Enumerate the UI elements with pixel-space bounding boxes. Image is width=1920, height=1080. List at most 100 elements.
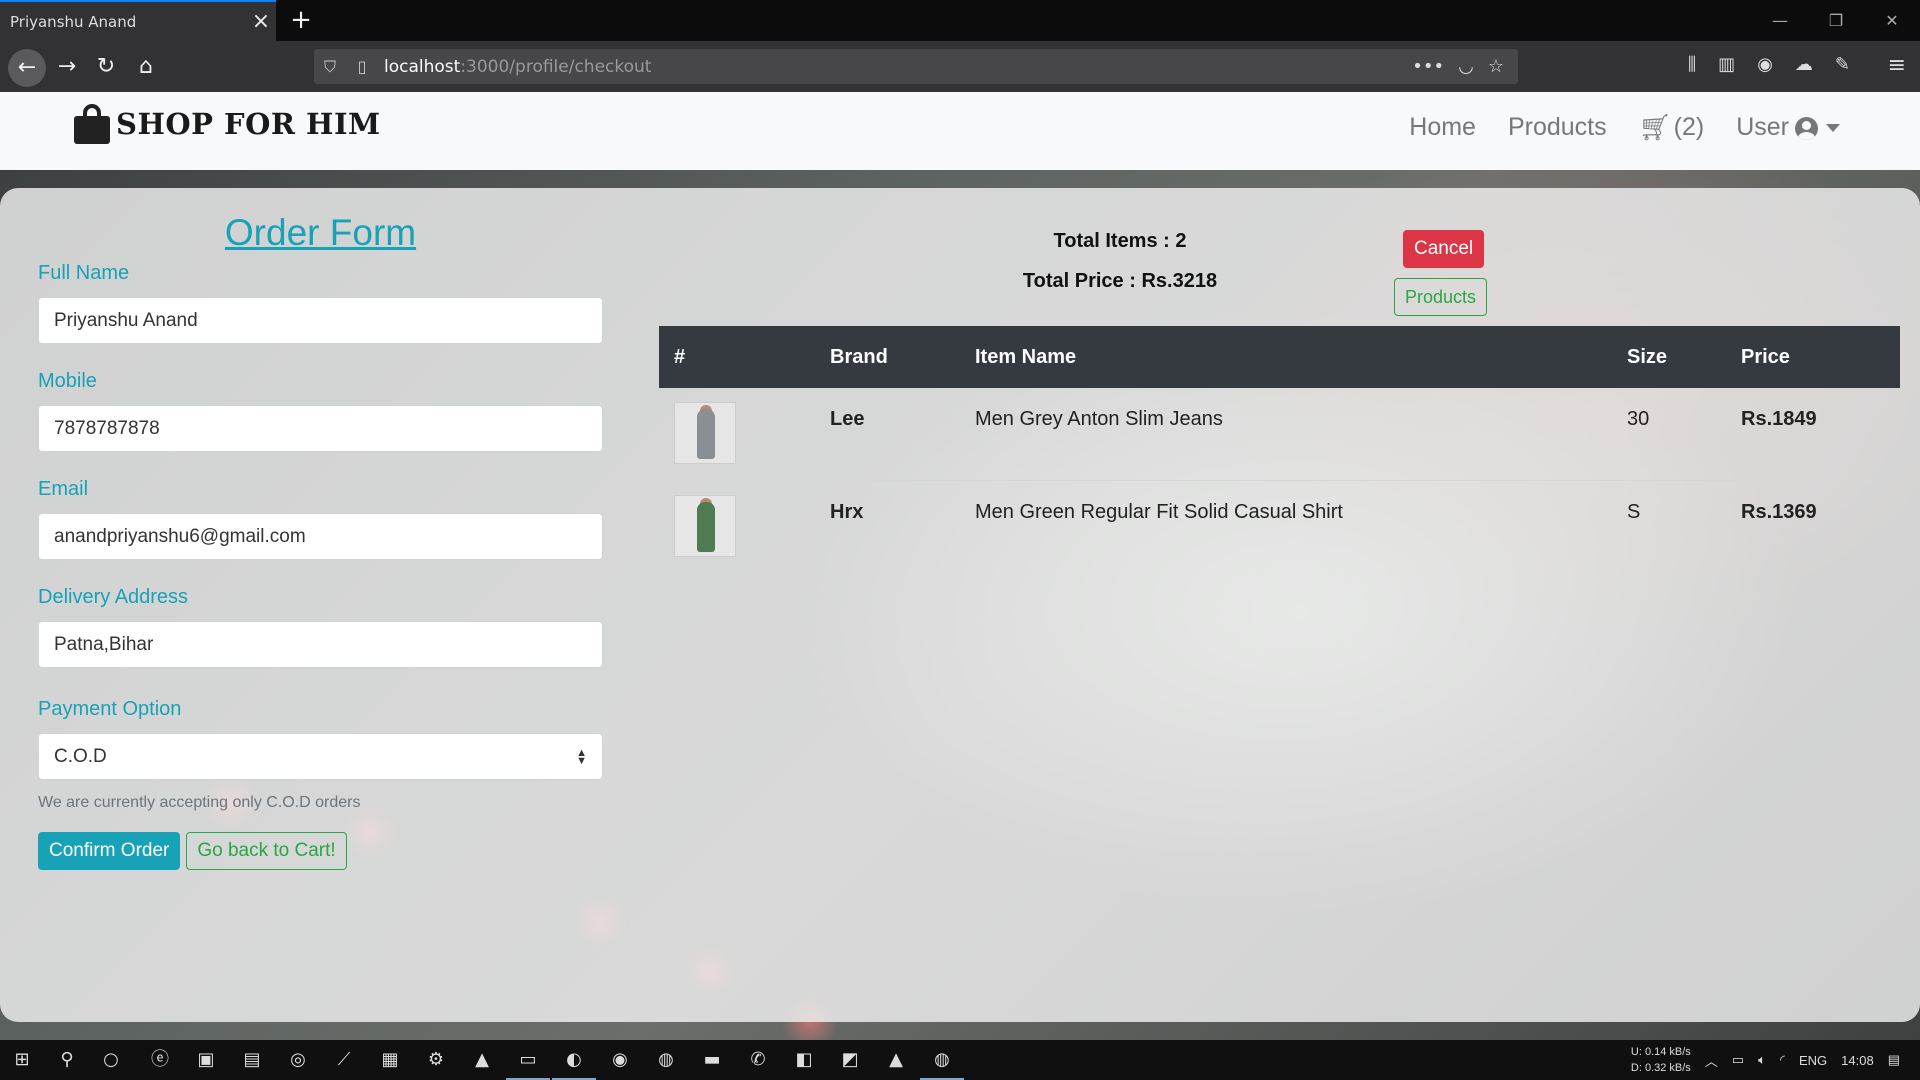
browser-nav-bar: ← → ↻ ⌂ ⛉ ▯ localhost:3000/profile/check… (0, 41, 1920, 92)
net-up: 0.14 kB/s (1644, 1046, 1691, 1058)
photos-icon[interactable]: ▤ (238, 1046, 266, 1074)
nav-user-label: User (1736, 113, 1789, 141)
product-thumbnail[interactable] (674, 402, 736, 464)
new-tab-icon[interactable]: + (285, 4, 317, 36)
minimize-icon[interactable]: — (1752, 0, 1808, 41)
row-brand: Hrx (830, 501, 864, 523)
col-header-price: Price (1741, 346, 1790, 368)
site-logo[interactable]: SHOP FOR HIM (74, 104, 381, 144)
clock[interactable]: 14:08 (1841, 1053, 1874, 1068)
select-arrows-icon: ▲ ▼ (576, 746, 587, 767)
col-header-brand: Brand (830, 346, 888, 368)
language-indicator[interactable]: ENG (1799, 1053, 1827, 1068)
full-name-label: Full Name (38, 262, 130, 284)
hamburger-menu-icon[interactable]: ≡ (1888, 53, 1906, 78)
back-icon[interactable]: ← (8, 49, 46, 87)
url-text[interactable]: localhost:3000/profile/checkout (378, 57, 1412, 77)
logo-text: SHOP FOR HIM (116, 107, 381, 141)
vlc-icon[interactable]: ▲ (468, 1046, 496, 1074)
app-icon[interactable]: ▲ (882, 1046, 910, 1074)
checkout-card: Order Form Full Name Priyanshu Anand Mob… (0, 188, 1920, 1022)
close-window-icon[interactable]: ✕ (1864, 0, 1920, 41)
account-icon[interactable]: ◉ (1757, 54, 1773, 75)
table-row: Hrx Men Green Regular Fit Solid Casual S… (659, 481, 1900, 574)
order-summary: Total Items : 2 Total Price : Rs.3218 (990, 230, 1250, 310)
user-circle-icon (1795, 116, 1818, 140)
row-brand: Lee (830, 408, 865, 430)
pen-icon[interactable]: ✎ (1835, 54, 1850, 75)
edge-icon[interactable]: ⓔ (146, 1046, 174, 1074)
app-icon[interactable]: ◎ (284, 1046, 312, 1074)
mobile-label: Mobile (38, 370, 97, 392)
cloud-icon[interactable]: ☁ (1795, 54, 1813, 75)
app-icon[interactable]: ◧ (790, 1046, 818, 1074)
row-size: S (1627, 501, 1641, 523)
app-icon[interactable]: ◍ (920, 1046, 964, 1080)
confirm-order-button[interactable]: Confirm Order (38, 832, 181, 870)
table-row: Lee Men Grey Anton Slim Jeans 30 Rs.1849 (659, 388, 1900, 481)
windows-start-icon[interactable]: ⊞ (8, 1046, 36, 1074)
system-tray: U: 0.14 kB/s D: 0.32 kB/s ︿ ▭ 🔈︎ ◜ ENG 1… (1631, 1040, 1920, 1080)
email-input[interactable]: anandpriyanshu6@gmail.com (38, 513, 603, 560)
payment-select[interactable]: C.O.D ▲ ▼ (38, 733, 603, 780)
app-icon[interactable]: ◍ (652, 1046, 680, 1074)
library-icon[interactable]: ⫼ (1688, 54, 1696, 75)
app-icon[interactable]: ◩ (836, 1046, 864, 1074)
search-icon[interactable]: ⚲ (53, 1046, 81, 1074)
caret-down-icon (1826, 124, 1840, 133)
reload-icon[interactable]: ↻ (89, 50, 123, 84)
cancel-button[interactable]: Cancel (1403, 230, 1485, 268)
url-host: localhost (384, 56, 461, 77)
forward-icon[interactable]: → (50, 50, 84, 84)
total-items: Total Items : 2 (1053, 230, 1187, 252)
product-thumbnail[interactable] (674, 495, 736, 557)
total-price: Total Price : Rs.3218 (1022, 270, 1218, 292)
close-tab-icon[interactable]: × (246, 9, 276, 34)
firefox-icon[interactable]: ◐ (552, 1046, 596, 1080)
address-label: Delivery Address (38, 586, 189, 608)
nav-cart[interactable]: 🛒︎ (2) (1639, 112, 1705, 143)
restore-icon[interactable]: ❐ (1808, 0, 1864, 41)
order-form: Order Form Full Name Priyanshu Anand Mob… (38, 212, 603, 870)
address-input[interactable]: Patna,Bihar (38, 621, 603, 668)
chrome-icon[interactable]: ◉ (606, 1046, 634, 1074)
nav-user-dropdown[interactable]: User (1736, 113, 1840, 142)
browser-tab-bar: Priyanshu Anand × + — ❐ ✕ (0, 0, 1920, 41)
chevron-up-icon[interactable]: ︿ (1705, 1051, 1718, 1070)
wifi-icon[interactable]: ◜ (1780, 1052, 1785, 1068)
products-button[interactable]: Products (1394, 278, 1488, 316)
terminal-icon[interactable]: ▭ (506, 1046, 550, 1080)
payment-label: Payment Option (38, 698, 182, 720)
url-bar[interactable]: ⛉ ▯ localhost:3000/profile/checkout ••• … (314, 49, 1518, 84)
go-back-to-cart-button[interactable]: Go back to Cart! (186, 832, 347, 870)
file-explorer-icon[interactable]: ▬ (698, 1046, 726, 1074)
documents-icon[interactable]: ▦ (376, 1046, 404, 1074)
pocket-icon[interactable]: ◡ (1458, 56, 1474, 77)
whatsapp-icon[interactable]: ✆ (744, 1046, 772, 1074)
home-icon[interactable]: ⌂ (129, 50, 163, 84)
email-label: Email (38, 478, 89, 500)
net-up-label: U: (1630, 1046, 1642, 1058)
nav-products[interactable]: Products (1508, 113, 1607, 142)
sidebar-icon[interactable]: ▥ (1718, 54, 1735, 75)
more-icon[interactable]: ••• (1412, 56, 1444, 77)
order-form-title: Order Form (224, 212, 417, 253)
store-icon[interactable]: ▣ (192, 1046, 220, 1074)
cortana-icon[interactable]: ○ (97, 1046, 125, 1074)
browser-tab[interactable]: Priyanshu Anand × (0, 0, 276, 41)
full-name-input[interactable]: Priyanshu Anand (38, 297, 603, 344)
tab-title: Priyanshu Anand (10, 12, 137, 31)
battery-icon[interactable]: ▭ (1732, 1052, 1744, 1068)
nav-home[interactable]: Home (1409, 113, 1476, 142)
shield-icon[interactable]: ⛉ (314, 57, 346, 77)
taskbar: ⊞ ⚲ ○ ⓔ ▣ ▤ ◎ ⟋ ▦ ⚙ ▲ ▭ ◐ ◉ ◍ ▬ ✆ ◧ ◩ ▲ … (0, 1040, 1920, 1080)
mobile-input[interactable]: 7878787878 (38, 405, 603, 452)
settings-icon[interactable]: ⚙ (422, 1046, 450, 1074)
volume-icon[interactable]: 🔈︎ (1758, 1052, 1766, 1068)
row-item-name: Men Grey Anton Slim Jeans (975, 408, 1223, 430)
cart-count: (2) (1673, 113, 1705, 141)
notifications-icon[interactable]: ▤ (1888, 1052, 1900, 1068)
bookmark-star-icon[interactable]: ☆ (1488, 56, 1504, 77)
sublime-icon[interactable]: ⟋ (330, 1046, 358, 1074)
url-path: :3000/profile/checkout (460, 56, 652, 77)
